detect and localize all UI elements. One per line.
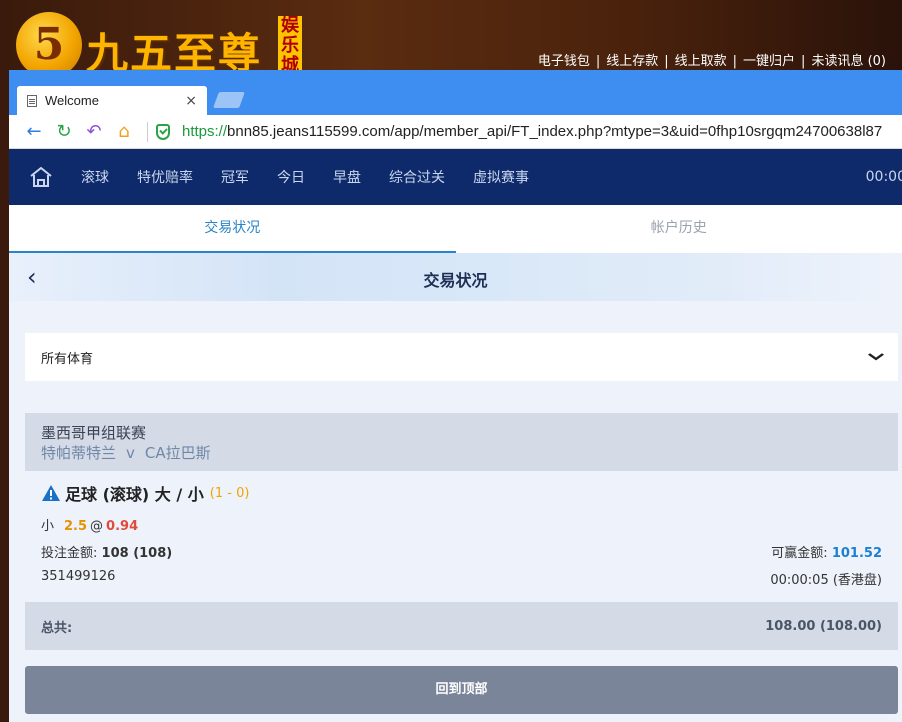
- match-teams: 特帕蒂特兰 v CA拉巴斯: [41, 443, 882, 463]
- bet-details: 足球 (滚球) 大 / 小 (1 - 0) 小 2.5 @0.94 投注金额: 10…: [25, 471, 898, 598]
- tab-account-history[interactable]: 帐户历史: [456, 205, 902, 253]
- ticket-id: 351499126: [41, 569, 116, 584]
- pick-line: 小 2.5 @0.94: [41, 515, 882, 534]
- site-banner: 5 九五至尊 娱乐城 电子钱包 | 线上存款 | 线上取款 | 一键归户 | 未读讯息 (0): [0, 0, 902, 78]
- nav-item-best-odds[interactable]: 特优赔率: [137, 167, 193, 187]
- consolidate-link[interactable]: 一键归户: [743, 54, 795, 69]
- site-logo: 5: [16, 12, 82, 78]
- back-arrow-icon[interactable]: ←: [19, 121, 49, 142]
- chevron-down-icon: [868, 349, 885, 365]
- nav-item-outright[interactable]: 冠军: [221, 167, 249, 187]
- odds-value: 0.94: [106, 519, 139, 534]
- league-name: 墨西哥甲组联赛: [41, 424, 147, 442]
- home-team: 特帕蒂特兰: [41, 444, 117, 462]
- close-icon[interactable]: ×: [185, 93, 197, 109]
- undo-icon[interactable]: ↶: [79, 121, 109, 142]
- site-logo-sub: 娱乐城: [278, 16, 302, 72]
- link-separator: |: [801, 54, 806, 69]
- browser-tab[interactable]: Welcome ×: [17, 86, 207, 115]
- subtabs: 交易状况 帐户历史: [9, 205, 902, 253]
- at-symbol: @: [90, 519, 104, 534]
- address-divider: [147, 121, 148, 142]
- market-name: 足球 (滚球) 大 / 小: [65, 485, 204, 504]
- back-to-top-button[interactable]: 回到顶部: [25, 666, 898, 714]
- bet-time: 00:00:05 (香港盘): [770, 573, 882, 588]
- bet-card: 墨西哥甲组联赛 特帕蒂特兰 v CA拉巴斯 足球 (滚球) 大 / 小 (1 - 0…: [25, 413, 898, 650]
- browser-window: Welcome × ← ↻ ↶ ⌂ https://bnn85.jeans115…: [9, 70, 902, 722]
- current-score: (1 - 0): [209, 485, 250, 501]
- pick-selection: 小: [41, 519, 55, 534]
- stake-value: 108 (108): [101, 546, 173, 561]
- home-icon[interactable]: [29, 166, 53, 188]
- address-bar: ← ↻ ↶ ⌂ https://bnn85.jeans115599.com/ap…: [9, 115, 902, 149]
- nav-item-parlay[interactable]: 综合过关: [389, 167, 445, 187]
- link-separator: |: [595, 54, 601, 69]
- page-title: 交易状况: [423, 271, 488, 290]
- away-team: CA拉巴斯: [144, 444, 211, 462]
- handicap-line: 2.5: [64, 519, 88, 534]
- nav-item-early[interactable]: 早盘: [333, 167, 361, 187]
- tab-strip: Welcome ×: [9, 70, 902, 115]
- e-wallet-link[interactable]: 电子钱包: [538, 54, 590, 69]
- reload-icon[interactable]: ↻: [49, 121, 79, 142]
- total-value: 108.00 (108.00): [765, 618, 882, 634]
- sport-filter-select[interactable]: 所有体育: [25, 333, 898, 381]
- url-text: bnn85.jeans115599.com/app/member_api/FT_…: [227, 123, 883, 140]
- market-line: 足球 (滚球) 大 / 小 (1 - 0): [41, 481, 882, 505]
- stake-label: 投注金额:: [41, 546, 98, 561]
- nav-item-inplay[interactable]: 滚球: [81, 167, 109, 187]
- deposit-link[interactable]: 线上存款: [606, 54, 658, 69]
- home-icon[interactable]: ⌂: [109, 121, 139, 142]
- warning-icon: [42, 485, 60, 501]
- unread-messages-link[interactable]: 未读讯息 (0): [811, 54, 886, 69]
- tab-title: Welcome: [45, 93, 99, 108]
- link-separator: |: [732, 54, 738, 69]
- stake-row: 投注金额: 108 (108) 可赢金额: 101.52: [41, 542, 882, 561]
- league-bar: 墨西哥甲组联赛 特帕蒂特兰 v CA拉巴斯: [25, 413, 898, 471]
- total-label: 总共:: [41, 620, 73, 636]
- document-icon: [27, 94, 37, 107]
- main-content: 所有体育 墨西哥甲组联赛 特帕蒂特兰 v CA拉巴斯 足球 (滚球) 大 / 小…: [9, 301, 902, 714]
- url-field[interactable]: https://bnn85.jeans115599.com/app/member…: [182, 123, 882, 140]
- nav-item-today[interactable]: 今日: [277, 167, 305, 187]
- win-value: 101.52: [831, 546, 882, 561]
- withdraw-link[interactable]: 线上取款: [675, 54, 727, 69]
- nav-item-virtual[interactable]: 虚拟赛事: [473, 167, 529, 187]
- link-separator: |: [664, 54, 669, 69]
- url-scheme: https://: [182, 123, 228, 140]
- versus-label: v: [126, 444, 135, 462]
- main-nav: 滚球 特优赔率 冠军 今日 早盘 综合过关 虚拟赛事 00:00: [9, 149, 902, 205]
- new-tab-button[interactable]: [213, 92, 245, 108]
- shield-icon: [156, 123, 170, 140]
- tab-transaction-status[interactable]: 交易状况: [9, 205, 456, 253]
- win-label: 可赢金额:: [771, 546, 828, 561]
- nav-clock: 00:00: [865, 169, 902, 185]
- total-bar: 总共: 108.00 (108.00): [25, 602, 898, 650]
- sport-filter-value: 所有体育: [41, 351, 94, 367]
- page-header: ‹ 交易状况: [9, 253, 902, 301]
- ticket-row: 351499126 00:00:05 (香港盘): [41, 569, 882, 588]
- account-links: 电子钱包 | 线上存款 | 线上取款 | 一键归户 | 未读讯息 (0): [538, 50, 886, 69]
